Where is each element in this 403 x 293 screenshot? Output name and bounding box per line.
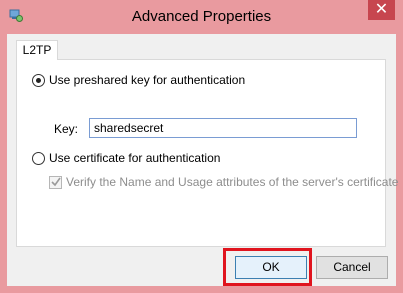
cancel-button[interactable]: Cancel bbox=[316, 256, 388, 279]
title-bar[interactable]: Advanced Properties ✕ bbox=[0, 0, 403, 34]
certificate-label: Use certificate for authentication bbox=[49, 151, 221, 165]
certificate-option[interactable]: Use certificate for authentication bbox=[32, 151, 220, 165]
preshared-key-label: Use preshared key for authentication bbox=[49, 73, 246, 87]
tab-l2tp[interactable]: L2TP bbox=[16, 40, 58, 60]
preshared-key-option[interactable]: Use preshared key for authentication bbox=[32, 73, 245, 87]
dialog-body: L2TP Use preshared key for authenticatio… bbox=[7, 34, 398, 286]
certificate-radio[interactable] bbox=[32, 151, 45, 165]
checkmark-icon bbox=[51, 177, 61, 186]
verify-certificate-label: Verify the Name and Usage attributes of … bbox=[66, 175, 399, 189]
window-title: Advanced Properties bbox=[131, 8, 272, 25]
verify-certificate-option[interactable]: Verify the Name and Usage attributes of … bbox=[49, 175, 398, 189]
key-label: Key: bbox=[54, 122, 79, 136]
close-button[interactable]: ✕ bbox=[368, 0, 395, 20]
verify-certificate-checkbox[interactable] bbox=[49, 175, 62, 189]
preshared-key-radio[interactable] bbox=[32, 73, 45, 87]
l2tp-tab-panel: Use preshared key for authentication Key… bbox=[16, 59, 398, 247]
key-input[interactable]: sharedsecret bbox=[89, 118, 357, 138]
ok-button-highlight bbox=[223, 248, 312, 286]
